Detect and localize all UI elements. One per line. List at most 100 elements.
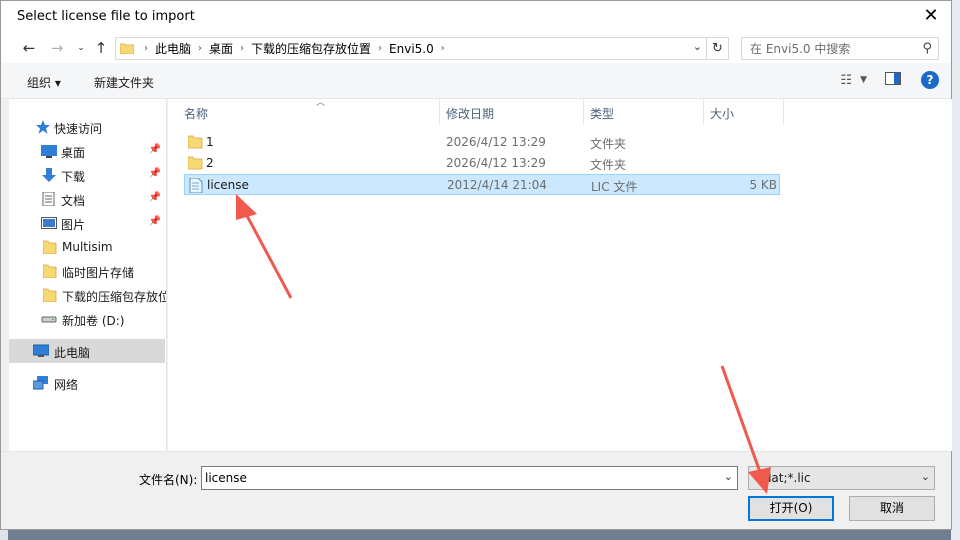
file-open-dialog: Select license file to import ✕ ← → ⌄ ↑ … xyxy=(0,0,952,530)
filename-input[interactable] xyxy=(202,467,702,489)
search-icon[interactable]: ⚲ xyxy=(922,41,932,56)
recent-locations-chevron-down-icon[interactable]: ⌄ xyxy=(71,38,91,58)
crumb-envi[interactable]: Envi5.0 xyxy=(384,42,439,56)
view-controls: ☷ ▼ ? xyxy=(840,71,939,89)
sidebar-item-label: 网络 xyxy=(54,378,79,392)
sidebar-item-download-archive[interactable]: 下载的压缩包存放位 xyxy=(9,283,166,307)
command-toolbar: 组织 ▾ 新建文件夹 ☷ ▼ ? xyxy=(1,63,951,99)
file-row-license[interactable]: license 2012/4/14 21:04 LIC 文件 5 KB xyxy=(184,174,780,195)
breadcrumb: › 此电脑 › 桌面 › 下载的压缩包存放位置 › Envi5.0 › xyxy=(142,38,447,59)
picture-icon xyxy=(41,217,57,229)
crumb-desktop[interactable]: 桌面 xyxy=(204,40,238,57)
column-header-label: 大小 xyxy=(710,107,735,121)
crumb-download-folder[interactable]: 下载的压缩包存放位置 xyxy=(246,40,376,57)
pin-icon[interactable]: 📌 xyxy=(149,168,161,179)
view-options-chevron-down-icon[interactable]: ▼ xyxy=(860,75,867,85)
up-button[interactable]: ↑ xyxy=(91,38,111,58)
sidebar-item-multisim[interactable]: Multisim xyxy=(9,235,165,259)
folder-icon xyxy=(120,43,134,54)
open-button[interactable]: 打开(O) xyxy=(748,496,834,521)
file-date: 2012/4/14 21:04 xyxy=(447,178,547,192)
sidebar-item-desktop[interactable]: 桌面 📌 xyxy=(9,139,165,163)
close-icon[interactable]: ✕ xyxy=(919,5,943,29)
address-dropdown-chevron-down-icon[interactable]: ⌄ xyxy=(693,40,702,53)
bottom-panel: 文件名(N): ⌄ *.dat;*.lic ⌄ 打开(O) 取消 xyxy=(1,451,951,529)
navigation-pane: 快速访问 桌面 📌 下载 📌 文档 📌 图片 📌 Multisim 临时图片存储… xyxy=(9,99,167,451)
filename-label: 文件名(N): xyxy=(139,473,198,487)
chevron-right-icon[interactable]: › xyxy=(439,43,447,54)
column-header-label: 修改日期 xyxy=(446,107,495,121)
network-icon xyxy=(33,376,48,390)
chevron-right-icon[interactable]: › xyxy=(196,43,204,54)
file-row-folder-1[interactable]: 1 2026/4/12 13:29 文件夹 xyxy=(184,132,780,153)
column-header-type[interactable]: 类型 xyxy=(584,99,704,125)
search-input[interactable] xyxy=(742,38,912,59)
sidebar-item-label: 快速访问 xyxy=(54,122,103,136)
file-row-folder-2[interactable]: 2 2026/4/12 13:29 文件夹 xyxy=(184,153,780,174)
forward-button[interactable]: → xyxy=(47,38,67,58)
desktop-icon xyxy=(41,145,57,158)
file-type: LIC 文件 xyxy=(591,180,638,194)
file-list: 名称 ︿ 修改日期 类型 大小 1 2026/4/12 13:29 文件夹 2 … xyxy=(168,98,952,451)
file-date: 2026/4/12 13:29 xyxy=(446,156,546,170)
sidebar-item-label: Multisim xyxy=(62,240,113,254)
download-icon xyxy=(42,168,56,182)
sidebar-item-quick-access[interactable]: 快速访问 xyxy=(9,115,165,139)
address-bar[interactable]: › 此电脑 › 桌面 › 下载的压缩包存放位置 › Envi5.0 › ⌄ xyxy=(115,37,707,60)
sidebar-item-this-pc[interactable]: 此电脑 xyxy=(9,339,165,363)
background-right xyxy=(951,0,960,540)
view-details-icon[interactable]: ☷ xyxy=(840,73,852,88)
sidebar-item-label: 新加卷 (D:) xyxy=(62,314,125,328)
crumb-this-pc[interactable]: 此电脑 xyxy=(150,40,196,57)
organize-button[interactable]: 组织 ▾ xyxy=(27,74,61,91)
help-icon[interactable]: ? xyxy=(921,71,939,89)
filetype-value: *.dat;*.lic xyxy=(754,471,811,485)
navigation-bar: ← → ⌄ ↑ › 此电脑 › 桌面 › 下载的压缩包存放位置 › Envi5.… xyxy=(1,33,951,63)
file-size: 5 KB xyxy=(749,178,777,192)
sidebar-item-temp-images[interactable]: 临时图片存储 xyxy=(9,259,165,283)
back-button[interactable]: ← xyxy=(19,38,39,58)
filename-chevron-down-icon[interactable]: ⌄ xyxy=(724,470,733,483)
title-bar: Select license file to import ✕ xyxy=(1,1,951,33)
chevron-right-icon[interactable]: › xyxy=(238,43,246,54)
dialog-title: Select license file to import xyxy=(17,9,195,24)
folder-icon xyxy=(188,135,203,149)
file-name: license xyxy=(207,178,249,192)
cancel-button[interactable]: 取消 xyxy=(849,496,935,521)
star-icon xyxy=(36,120,50,134)
sidebar-item-documents[interactable]: 文档 📌 xyxy=(9,187,165,211)
filetype-chevron-down-icon[interactable]: ⌄ xyxy=(921,470,930,483)
filename-combo: ⌄ xyxy=(201,466,738,490)
sidebar-item-pictures[interactable]: 图片 📌 xyxy=(9,211,165,235)
sort-ascending-icon: ︿ xyxy=(316,98,326,108)
column-header-size[interactable]: 大小 xyxy=(704,99,784,125)
new-folder-button[interactable]: 新建文件夹 xyxy=(94,74,154,91)
pin-icon[interactable]: 📌 xyxy=(149,216,161,227)
file-type: 文件夹 xyxy=(590,137,627,151)
filetype-select[interactable]: *.dat;*.lic ⌄ xyxy=(748,466,935,490)
preview-pane-icon[interactable] xyxy=(885,71,901,89)
sidebar-item-network[interactable]: 网络 xyxy=(9,371,165,395)
refresh-button[interactable]: ↻ xyxy=(707,37,729,60)
drive-icon xyxy=(41,316,57,323)
chevron-right-icon[interactable]: › xyxy=(376,43,384,54)
search-box: ⚲ xyxy=(741,37,939,60)
folder-icon xyxy=(43,288,57,302)
sidebar-item-downloads[interactable]: 下载 📌 xyxy=(9,163,165,187)
column-header-label: 类型 xyxy=(590,107,615,121)
column-header-name[interactable]: 名称 ︿ xyxy=(178,98,440,125)
pin-icon[interactable]: 📌 xyxy=(149,144,161,155)
column-header-date[interactable]: 修改日期 xyxy=(440,99,584,125)
document-icon xyxy=(42,192,55,206)
file-icon xyxy=(189,178,203,193)
file-name: 2 xyxy=(206,156,214,170)
sidebar-item-label: 此电脑 xyxy=(54,346,91,360)
folder-icon xyxy=(188,156,203,170)
file-name: 1 xyxy=(206,135,214,149)
computer-icon xyxy=(33,344,49,357)
pin-icon[interactable]: 📌 xyxy=(149,192,161,203)
sidebar-item-drive-d[interactable]: 新加卷 (D:) xyxy=(9,307,165,331)
column-header-label: 名称 xyxy=(184,107,209,121)
file-type: 文件夹 xyxy=(590,158,627,172)
chevron-right-icon[interactable]: › xyxy=(142,43,150,54)
